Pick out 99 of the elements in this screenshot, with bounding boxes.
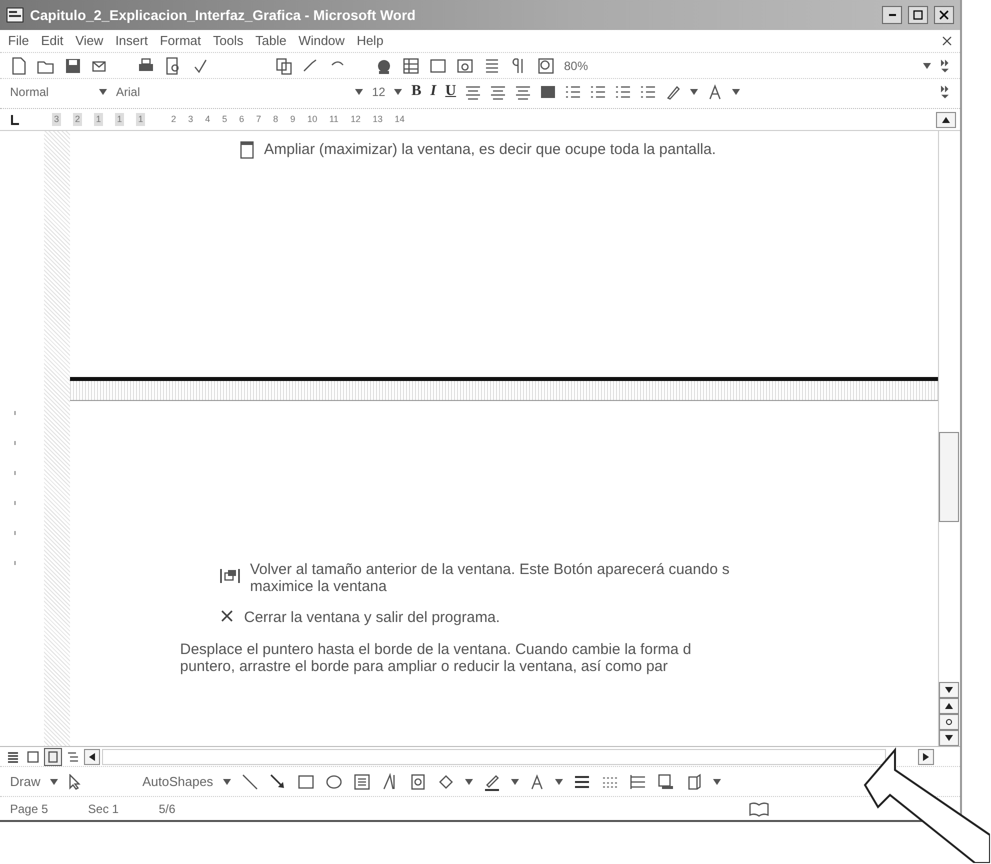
minimize-icon	[888, 14, 896, 16]
scroll-right-button[interactable]	[918, 748, 934, 764]
bold-button[interactable]: B	[411, 80, 422, 103]
select-browse-object-button[interactable]	[939, 714, 959, 730]
menu-item[interactable]: Table	[255, 31, 286, 51]
scroll-up-button[interactable]	[936, 112, 956, 128]
dropdown-arrow-icon[interactable]	[923, 62, 931, 68]
table-icon[interactable]	[402, 56, 420, 74]
menu-item[interactable]: Format	[160, 31, 201, 51]
align-left-icon[interactable]	[465, 84, 482, 100]
status-text: 5/6	[158, 800, 176, 818]
bullets-icon[interactable]	[590, 84, 606, 100]
font-field[interactable]: Arial	[116, 82, 346, 100]
scroll-left-button[interactable]	[84, 748, 100, 764]
align-center-icon[interactable]	[490, 84, 506, 100]
paragraph-line: maximice la ventana	[250, 578, 388, 595]
highlight-icon[interactable]	[665, 84, 682, 100]
select-pointer-icon[interactable]	[68, 774, 82, 790]
new-document-icon[interactable]	[10, 56, 28, 74]
dropdown-arrow-icon[interactable]	[732, 88, 740, 94]
increase-indent-icon[interactable]	[640, 84, 656, 100]
font-size-field[interactable]: 12	[372, 82, 386, 100]
close-button[interactable]	[934, 6, 954, 24]
ruler: 3 2 1 1 1 2 3 4 5 6 7 8 9 10 11 12 13 14	[44, 112, 936, 126]
dropdown-arrow-icon[interactable]	[465, 778, 474, 784]
dropdown-arrow-icon[interactable]	[555, 778, 564, 784]
paragraph-line: Ampliar (maximizar) la ventana, es decir que ocupe toda la pantalla.	[264, 141, 716, 158]
copy-icon[interactable]	[275, 56, 293, 74]
zoom-icon[interactable]	[537, 56, 555, 74]
scroll-thumb[interactable]	[939, 432, 959, 522]
draw-menu[interactable]: Draw	[10, 772, 40, 792]
dropdown-arrow-icon[interactable]	[690, 88, 698, 94]
menu-item[interactable]: Insert	[115, 31, 148, 51]
right-arrow-icon	[923, 752, 929, 760]
underline-button[interactable]: U	[445, 80, 456, 103]
font-color-icon[interactable]	[707, 84, 724, 100]
font-color-icon[interactable]	[529, 774, 546, 790]
down-arrow-icon	[945, 735, 953, 741]
decrease-indent-icon[interactable]	[615, 84, 632, 100]
text-box-icon[interactable]	[353, 772, 372, 790]
menu-item[interactable]: View	[75, 31, 104, 51]
print-layout-view-icon	[46, 750, 60, 764]
oval-icon[interactable]	[325, 772, 344, 790]
save-icon[interactable]	[64, 56, 82, 74]
scroll-down-button[interactable]	[939, 682, 959, 698]
maximize-icon	[240, 141, 254, 159]
up-arrow-icon	[942, 116, 950, 122]
horizontal-scrollbar[interactable]	[102, 748, 886, 764]
autoshapes-menu[interactable]: AutoShapes	[142, 772, 214, 792]
next-page-button[interactable]	[939, 730, 959, 746]
dropdown-arrow-icon[interactable]	[355, 88, 363, 94]
dropdown-arrow-icon[interactable]	[713, 778, 722, 784]
justify-icon[interactable]	[540, 84, 556, 100]
dropdown-arrow-icon[interactable]	[50, 778, 58, 784]
circle-icon	[945, 719, 953, 725]
line-icon[interactable]	[241, 772, 260, 790]
word-document-icon	[6, 7, 24, 23]
numbering-icon[interactable]	[565, 84, 582, 100]
line-color-icon[interactable]	[483, 772, 502, 790]
menu-item[interactable]: Edit	[40, 31, 64, 51]
dropdown-arrow-icon[interactable]	[394, 88, 402, 94]
menu-item[interactable]: Help	[356, 31, 384, 51]
window-title: Capitulo_2_Explicacion_Interfaz_Grafica - Microsoft Word	[30, 6, 416, 25]
status-text: Page 5	[10, 800, 48, 818]
minimize-button[interactable]	[882, 6, 902, 24]
paragraph-line: Cerrar la ventana y salir del programa.	[244, 609, 500, 626]
style-field[interactable]: Normal	[10, 82, 90, 100]
italic-button[interactable]: I	[430, 80, 436, 103]
status-text: Sec 1	[88, 800, 119, 818]
close-icon	[939, 10, 949, 20]
toolbar-options-icon[interactable]	[940, 58, 950, 72]
rectangle-icon[interactable]	[297, 772, 316, 790]
view-button[interactable]	[44, 748, 62, 766]
menu-item[interactable]: File	[8, 31, 29, 51]
normal-view-icon	[6, 750, 20, 764]
maximize-icon	[913, 10, 923, 20]
tab-stop-icon[interactable]	[8, 114, 20, 126]
paragraph-line: puntero, arrastre el borde para ampliar o reducir la ventana, así como par	[180, 658, 669, 675]
up-arrow-icon	[945, 703, 953, 709]
shadow-icon[interactable]	[657, 772, 676, 790]
dropdown-arrow-icon[interactable]	[511, 778, 520, 784]
menu-item[interactable]: Window	[298, 31, 345, 51]
down-arrow-icon	[945, 687, 953, 693]
restore-icon	[220, 567, 240, 585]
previous-page-button[interactable]	[939, 698, 959, 714]
book-icon	[748, 800, 770, 816]
dropdown-arrow-icon[interactable]	[223, 778, 232, 784]
zoom-field[interactable]: 80%	[564, 56, 588, 74]
left-arrow-icon	[89, 752, 95, 760]
close-document-icon[interactable]	[942, 36, 952, 46]
paragraph-line: Volver al tamaño anterior de la ventana. Este Botón aparecerá cuando s	[250, 561, 730, 578]
maximize-button[interactable]	[908, 6, 928, 24]
menu-item[interactable]: Tools	[213, 31, 244, 51]
align-right-icon[interactable]	[515, 84, 532, 100]
outline-view-icon	[66, 750, 80, 764]
toolbar-options-icon[interactable]	[940, 84, 950, 98]
paragraph-line: Desplace el puntero hasta el borde de la ventana. Cuando cambie la forma d	[180, 641, 692, 658]
dropdown-arrow-icon[interactable]	[99, 88, 107, 94]
web-layout-view-icon	[26, 750, 40, 764]
